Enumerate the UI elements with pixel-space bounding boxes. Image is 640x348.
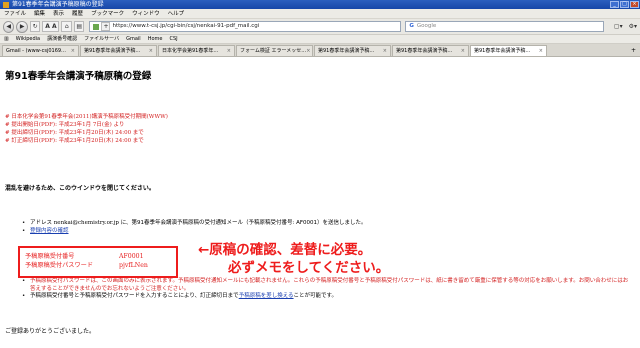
warning-list: 予稿原稿受付パスワードは、この画面のみに表示されます。予稿原稿受付通知メールにも… bbox=[22, 278, 632, 301]
close-tab-icon[interactable]: × bbox=[71, 46, 75, 56]
password-value: pjvfLNen bbox=[119, 262, 148, 269]
secure-lock-icon bbox=[93, 23, 100, 30]
annotation-line-2: 必ずメモをしてください。 bbox=[228, 260, 390, 276]
close-tab-icon[interactable]: × bbox=[227, 46, 231, 56]
receipt-number-row: 予稿原稿受付番号 AF0001 bbox=[25, 252, 171, 261]
memo-annotation: ←原稿の確認、差替に必要。 必ずメモをしてください。 bbox=[198, 241, 389, 277]
menu-file[interactable]: ファイル bbox=[4, 9, 26, 18]
tab-label: 第91春季年会講演予稿… bbox=[396, 48, 453, 54]
bookmarks-bar: ▥ Wikipedia 講演番号確認 ファイルサーバ Gmail Home CS… bbox=[0, 35, 640, 44]
tab-label: Gmail - (www-csj0169… bbox=[6, 48, 67, 54]
address-bar[interactable]: + https://www.t-csj.jp/cgi-bin/csj/nenka… bbox=[89, 21, 402, 32]
menu-bar: ファイル 編集 表示 履歴 ブックマーク ウィンドウ ヘルプ bbox=[0, 9, 640, 19]
password-row: 予稿原稿受付パスワード pjvfLNen bbox=[25, 261, 171, 270]
bookmark-home[interactable]: Home bbox=[148, 35, 163, 43]
url-text: https://www.t-csj.jp/cgi-bin/csj/nenkai-… bbox=[112, 23, 260, 29]
close-button[interactable]: × bbox=[630, 1, 639, 8]
menu-edit[interactable]: 編集 bbox=[34, 9, 45, 18]
receipt-number-label: 予稿原稿受付番号 bbox=[25, 253, 75, 260]
replace-manuscript-link[interactable]: 予稿原稿を差し換える bbox=[239, 293, 294, 299]
tab-4[interactable]: フォーム検証 エラーメッセ… × bbox=[236, 45, 313, 56]
menu-help[interactable]: ヘルプ bbox=[168, 9, 185, 18]
tab-bar: Gmail - (www-csj0169… × 第91春季年会講演予稿… × 日本化… bbox=[0, 44, 640, 57]
new-tab-button[interactable]: + bbox=[631, 45, 640, 56]
tab-gmail[interactable]: Gmail - (www-csj0169… × bbox=[2, 45, 79, 56]
annotation-line-1: ←原稿の確認、差替に必要。 bbox=[198, 242, 372, 258]
close-tab-icon[interactable]: × bbox=[306, 46, 310, 56]
page-title: 第91春季年会講演予稿原稿の登録 bbox=[5, 71, 152, 82]
tab-6[interactable]: 第91春季年会講演予稿… × bbox=[392, 45, 469, 56]
menu-window[interactable]: ウィンドウ bbox=[132, 9, 160, 18]
mail-suffix: に、第91春季年会講演予稿原稿の受付通知メール（予稿原稿受付番号: AF0001… bbox=[120, 220, 367, 226]
close-tab-icon[interactable]: × bbox=[149, 46, 153, 56]
add-bookmark-icon[interactable]: + bbox=[101, 22, 111, 31]
menu-view[interactable]: 表示 bbox=[53, 9, 64, 18]
tab-label: 第91春季年会講演予稿… bbox=[84, 48, 141, 54]
menu-history[interactable]: 履歴 bbox=[72, 9, 83, 18]
bookmark-csj[interactable]: CSJ bbox=[169, 35, 177, 43]
tab-5[interactable]: 第91春季年会講演予稿… × bbox=[314, 45, 391, 56]
tab-2[interactable]: 第91春季年会講演予稿… × bbox=[80, 45, 157, 56]
note-line: # 日本化学会第91春季年会(2011)講演予稿原稿受付期間(WWW) bbox=[5, 114, 168, 120]
close-tab-icon[interactable]: × bbox=[461, 46, 465, 56]
search-placeholder: Google bbox=[416, 23, 437, 29]
window-controls: _ □ × bbox=[610, 1, 640, 8]
replace-item: 予稿原稿受付番号と予稿原稿受付パスワードを入力することにより、訂正締切日まで予稿… bbox=[22, 293, 632, 301]
page-menu-icon[interactable]: ▢▾ bbox=[614, 23, 623, 30]
close-tab-icon[interactable]: × bbox=[539, 46, 543, 56]
app-icon bbox=[3, 1, 9, 8]
credentials-box: 予稿原稿受付番号 AF0001 予稿原稿受付パスワード pjvfLNen bbox=[18, 246, 178, 278]
receipt-number-value: AF0001 bbox=[119, 253, 144, 260]
window-title: 第91春季年会講演予稿原稿の登録 bbox=[12, 1, 104, 8]
toolbar-right: ▢▾ ⚙▾ bbox=[608, 23, 637, 30]
note-line: # 提出開始日(PDF): 平成23年1月 7日(金) より bbox=[5, 122, 125, 128]
forward-button[interactable]: ▶ bbox=[16, 20, 28, 33]
close-window-notice: 混乱を避けるため、このウインドウを閉じてください。 bbox=[5, 185, 155, 192]
replace-prefix: 予稿原稿受付番号と予稿原稿受付パスワードを入力することにより、訂正締切日まで bbox=[30, 293, 239, 299]
tab-active[interactable]: 第91春季年会講演予稿… × bbox=[470, 45, 547, 56]
warning-item: 予稿原稿受付パスワードは、この画面のみに表示されます。予稿原稿受付通知メールにも… bbox=[22, 278, 632, 293]
mail-sent-item: アドレス nenkai@chemistry.or.jp に、第91春季年会講演予… bbox=[22, 220, 632, 228]
note-line: # 提出締切日(PDF): 平成23年1月20日(木) 24:00 まで bbox=[5, 130, 144, 136]
close-tab-icon[interactable]: × bbox=[383, 46, 387, 56]
tab-label: 第91春季年会講演予稿… bbox=[474, 48, 531, 54]
deadline-notes: # 日本化学会第91春季年会(2011)講演予稿原稿受付期間(WWW) # 提出… bbox=[5, 113, 168, 145]
note-line: # 訂正締切日(PDF): 平成23年1月20日(木) 24:00 まで bbox=[5, 138, 144, 144]
thanks-message: ご登録ありがとうございました。 bbox=[5, 328, 96, 335]
password-label: 予稿原稿受付パスワード bbox=[25, 262, 94, 269]
text-size-button[interactable]: A A bbox=[42, 21, 60, 32]
replace-suffix: ことが可能です。 bbox=[293, 293, 337, 299]
info-list: アドレス nenkai@chemistry.or.jp に、第91春季年会講演予… bbox=[22, 220, 632, 235]
maximize-button[interactable]: □ bbox=[620, 1, 629, 8]
navigation-toolbar: ◀ ▶ ↻ A A ⌂ ▤ + https://www.t-csj.jp/cgi… bbox=[0, 19, 640, 35]
bookmark-gmail[interactable]: Gmail bbox=[126, 35, 141, 43]
bookmark-wikipedia[interactable]: Wikipedia bbox=[16, 35, 40, 43]
minimize-button[interactable]: _ bbox=[610, 1, 619, 8]
tab-3[interactable]: 日本化学会第91春季年… × bbox=[158, 45, 235, 56]
reload-icon[interactable]: ↻ bbox=[29, 21, 41, 32]
back-button[interactable]: ◀ bbox=[3, 20, 15, 33]
tab-label: フォーム検証 エラーメッセ… bbox=[240, 48, 307, 54]
page-content: 第91春季年会講演予稿原稿の登録 # 日本化学会第91春季年会(2011)講演予… bbox=[0, 68, 640, 348]
confirm-item: 登録内容の確認 bbox=[22, 228, 632, 236]
bookmark-number-check[interactable]: 講演番号確認 bbox=[47, 35, 77, 43]
bookmark-file-server[interactable]: ファイルサーバ bbox=[84, 35, 119, 43]
settings-gear-icon[interactable]: ⚙▾ bbox=[629, 23, 637, 30]
bookmarks-icon[interactable]: ▥ bbox=[4, 35, 9, 43]
mail-address: nenkai@chemistry.or.jp bbox=[53, 220, 119, 226]
tab-label: 日本化学会第91春季年… bbox=[162, 48, 219, 54]
tab-label: 第91春季年会講演予稿… bbox=[318, 48, 375, 54]
confirm-registration-link[interactable]: 登録内容の確認 bbox=[30, 228, 69, 234]
mail-prefix: アドレス bbox=[30, 220, 53, 226]
menu-bookmarks[interactable]: ブックマーク bbox=[91, 9, 124, 18]
window-titlebar: 第91春季年会講演予稿原稿の登録 _ □ × bbox=[0, 0, 640, 9]
search-field[interactable]: G Google bbox=[405, 21, 604, 32]
home-icon[interactable]: ⌂ bbox=[61, 21, 72, 32]
password-warning: 予稿原稿受付パスワードは、この画面のみに表示されます。予稿原稿受付通知メールにも… bbox=[30, 278, 629, 292]
google-search-icon: G bbox=[409, 23, 414, 29]
bookmark-icon[interactable]: ▤ bbox=[73, 21, 85, 32]
